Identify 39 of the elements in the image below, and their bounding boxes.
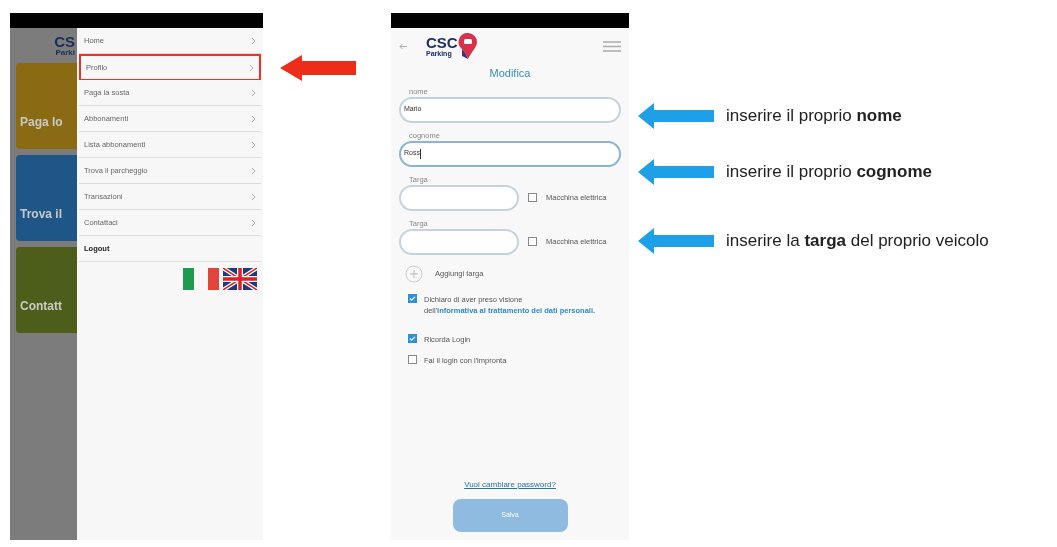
chevron-icon (251, 192, 256, 201)
checkbox[interactable] (408, 293, 417, 303)
card[interactable]: Contatt (16, 247, 77, 333)
arrow-icon (280, 55, 356, 81)
page-title: Modifica (489, 66, 531, 81)
uk-flag-icon[interactable] (223, 268, 257, 290)
instruction-text: inserire la targa del proprio veicolo (726, 230, 989, 253)
chevron-icon (251, 218, 256, 227)
italian-flag-icon[interactable] (183, 268, 219, 290)
menu-icon[interactable] (603, 40, 621, 52)
arrow-icon (638, 103, 714, 129)
card[interactable]: Trova il (16, 155, 77, 241)
checkbox[interactable] (528, 193, 537, 202)
text-cursor (419, 148, 421, 159)
checkbox[interactable] (408, 333, 417, 343)
instruction-text: inserire il proprio cognome (726, 161, 932, 184)
chevron-icon (251, 140, 256, 149)
change-password-link[interactable]: Vuoi cambiare password? (464, 479, 556, 491)
map-pin-icon (457, 32, 478, 60)
input-field[interactable] (399, 184, 519, 211)
input-field[interactable] (399, 228, 519, 255)
back-arrow-icon[interactable] (399, 42, 408, 50)
logo-text: CS (54, 34, 75, 49)
logo-text: CSC (426, 35, 458, 50)
chevron-icon (251, 166, 256, 175)
checkbox[interactable] (528, 237, 537, 246)
chevron-icon (251, 114, 256, 123)
card-title: Contatt (20, 298, 62, 315)
card-title: Paga lo (20, 114, 63, 131)
chevron-icon (251, 88, 256, 97)
arrow-icon (638, 228, 714, 254)
arrow-icon (638, 159, 714, 185)
instruction-text: inserire il proprio nome (726, 105, 902, 128)
logo-subtext: Parki (55, 49, 75, 57)
card-title: Trova il (20, 206, 63, 223)
card[interactable]: Paga lo (16, 63, 77, 149)
checkbox[interactable] (408, 354, 417, 364)
chevron-icon (249, 63, 254, 72)
chevron-icon (251, 36, 256, 45)
